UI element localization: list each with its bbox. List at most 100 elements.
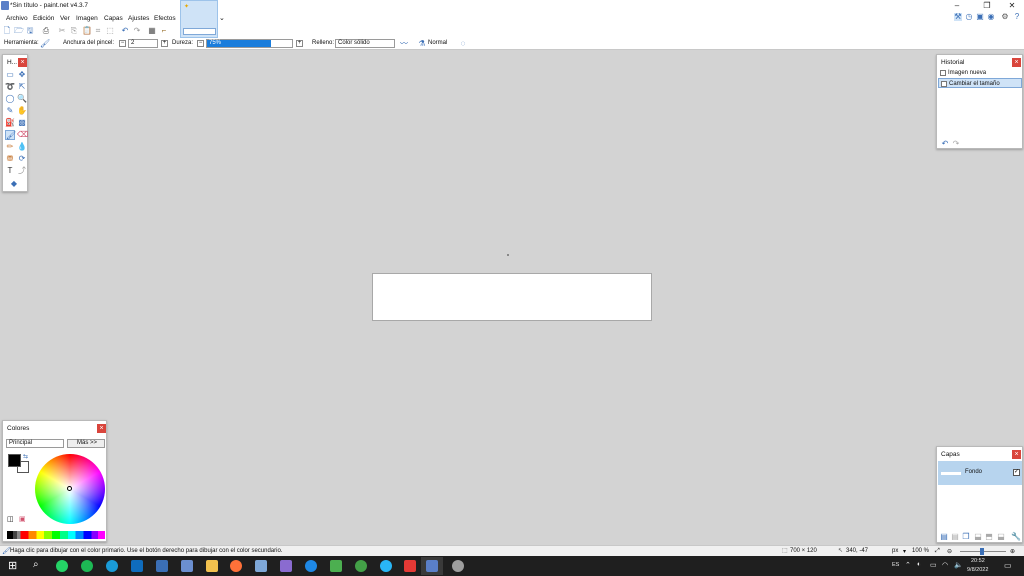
move-selected-icon[interactable]: ⇱ — [17, 82, 27, 92]
text-tool-icon[interactable]: T — [5, 166, 15, 176]
unit-select[interactable]: px — [892, 548, 898, 554]
paint-bucket-icon[interactable]: ⛽ — [5, 118, 15, 128]
app-icon-3[interactable] — [280, 560, 292, 572]
brush-width-input[interactable]: 2 — [128, 39, 158, 48]
paintnet-taskbar-icon[interactable] — [426, 560, 438, 572]
app-icon-6[interactable] — [404, 560, 416, 572]
menu-capas[interactable]: Capas — [104, 15, 123, 22]
image-tab-thumbnail[interactable]: ✦ — [180, 0, 218, 38]
clock-date[interactable]: 9/8/2022 — [967, 567, 988, 573]
layer-visibility-checkbox[interactable]: ✓ — [1013, 469, 1020, 476]
swap-colors-icon[interactable]: ⇆ — [23, 453, 28, 460]
search-icon[interactable]: ⌕ — [33, 559, 39, 570]
app-icon[interactable] — [156, 560, 168, 572]
undo-icon[interactable]: ↶ — [121, 27, 129, 35]
file-explorer-icon[interactable] — [206, 560, 218, 572]
move-selection-icon[interactable]: ✥ — [17, 70, 27, 80]
zoom-fit-icon[interactable]: ⤢ — [935, 548, 940, 555]
deselect-icon[interactable]: ⬚ — [106, 27, 114, 35]
outlook-icon[interactable] — [131, 560, 143, 572]
antialiasing-icon[interactable]: 〰 — [400, 40, 408, 48]
app-icon-5[interactable] — [380, 560, 392, 572]
colors-panel-close-button[interactable]: × — [97, 424, 106, 433]
app-icon-4[interactable] — [355, 560, 367, 572]
tools-toggle-icon[interactable]: ⚒ — [954, 13, 962, 21]
paintbrush-icon[interactable]: 🖌 — [5, 130, 16, 140]
maximize-button[interactable]: ❐ — [976, 0, 998, 12]
eraser-icon[interactable]: ⌫ — [17, 130, 28, 140]
layers-panel-close-button[interactable]: × — [1012, 450, 1021, 459]
whatsapp-icon[interactable] — [56, 560, 68, 572]
duplicate-layer-icon[interactable]: ❐ — [962, 533, 970, 541]
history-undo-icon[interactable]: ↶ — [941, 140, 949, 148]
menu-ver[interactable]: Ver — [60, 15, 70, 22]
menu-efectos[interactable]: Efectos — [154, 15, 176, 22]
battery-icon[interactable]: ▭ — [930, 561, 937, 569]
layer-row[interactable]: Fondo ✓ — [938, 461, 1022, 485]
rectangle-select-icon[interactable]: ▭ — [5, 70, 15, 80]
language-indicator[interactable]: ES — [892, 562, 899, 568]
windows-start-icon[interactable]: ⊞ — [8, 559, 17, 572]
lasso-select-icon[interactable]: ➰ — [5, 82, 15, 92]
blend-mode-icon[interactable]: ⚗ — [418, 40, 426, 48]
fill-mode-select[interactable]: Color sólido — [335, 39, 395, 48]
tools-panel-close-button[interactable]: × — [18, 58, 27, 67]
pan-hand-icon[interactable]: ✋ — [17, 106, 27, 116]
move-layer-up-icon[interactable]: ⬒ — [985, 533, 993, 541]
zoom-in-icon[interactable]: ⊕ — [1010, 548, 1015, 555]
app-icon-7[interactable] — [452, 560, 464, 572]
hardness-increase-button[interactable]: + — [296, 40, 303, 47]
zoom-out-icon[interactable]: ⊖ — [947, 548, 952, 555]
unit-chevron-icon[interactable]: ▾ — [903, 548, 906, 555]
palette-icon[interactable]: ◫ — [7, 515, 14, 523]
menu-archivo[interactable]: Archivo — [6, 15, 28, 22]
menu-imagen[interactable]: Imagen — [76, 15, 98, 22]
ellipse-select-icon[interactable]: ◯ — [5, 94, 15, 104]
tray-chevron-icon[interactable]: ⌃ — [905, 561, 911, 569]
new-file-icon[interactable]: 🗋 — [3, 27, 11, 35]
clone-stamp-icon[interactable]: ⛃ — [5, 154, 15, 164]
gradient-icon[interactable]: ▩ — [17, 118, 27, 128]
history-item-selected[interactable]: Cambiar el tamaño — [938, 78, 1022, 88]
app-icon-2[interactable] — [255, 560, 267, 572]
layer-properties-icon[interactable]: 🔧 — [1011, 533, 1021, 541]
blend-mode-select[interactable]: Normal — [428, 40, 447, 46]
add-layer-icon[interactable]: ▤ — [940, 533, 948, 541]
firefox-icon[interactable] — [230, 560, 242, 572]
help-icon[interactable]: ? — [1013, 13, 1021, 21]
volume-icon[interactable]: 🔈 — [954, 561, 963, 569]
minimize-button[interactable]: – — [946, 0, 968, 12]
tray-app-icon[interactable]: ◐ — [917, 561, 921, 568]
history-toggle-icon[interactable]: ◷ — [965, 13, 973, 21]
menu-ajustes[interactable]: Ajustes — [128, 15, 149, 22]
color-mode-select[interactable]: Principal — [6, 439, 64, 448]
close-window-button[interactable]: ✕ — [1001, 0, 1023, 12]
zoom-slider-thumb[interactable] — [980, 548, 984, 555]
pencil-icon[interactable]: ✏ — [5, 142, 15, 152]
save-file-icon[interactable]: 🖫 — [26, 27, 34, 35]
cut-icon[interactable]: ✂ — [58, 27, 66, 35]
merge-layer-icon[interactable]: ⬓ — [974, 533, 982, 541]
layers-toggle-icon[interactable]: ▣ — [976, 13, 984, 21]
wifi-icon[interactable]: ◠ — [942, 561, 948, 569]
recolor-icon[interactable]: ⟳ — [17, 154, 27, 164]
zoom-level[interactable]: 100 % — [912, 548, 929, 554]
edge-icon[interactable] — [106, 560, 118, 572]
paintbrush-tool-icon[interactable]: 🖌 — [40, 40, 50, 48]
shapes-icon[interactable]: ◆ — [9, 179, 19, 189]
primary-color-swatch[interactable] — [8, 454, 21, 467]
network-app-icon[interactable] — [181, 560, 193, 572]
spotify-icon[interactable] — [81, 560, 93, 572]
copy-icon[interactable]: ⎘ — [70, 27, 78, 35]
history-item[interactable]: Imagen nueva — [938, 68, 1022, 78]
hardness-decrease-button[interactable]: − — [197, 40, 204, 47]
color-picker-icon[interactable]: 💧 — [17, 142, 27, 152]
open-file-icon[interactable]: 🗁 — [14, 27, 24, 35]
redo-icon[interactable]: ↷ — [133, 27, 141, 35]
colors-toggle-icon[interactable]: ◉ — [987, 13, 995, 21]
teamviewer-icon[interactable] — [305, 560, 317, 572]
alpha-blending-icon[interactable]: ◌ — [459, 40, 467, 48]
notepad-icon[interactable] — [330, 560, 342, 572]
palette-menu-icon[interactable]: ▣ — [19, 515, 26, 523]
magic-wand-icon[interactable]: ✎ — [5, 106, 15, 116]
